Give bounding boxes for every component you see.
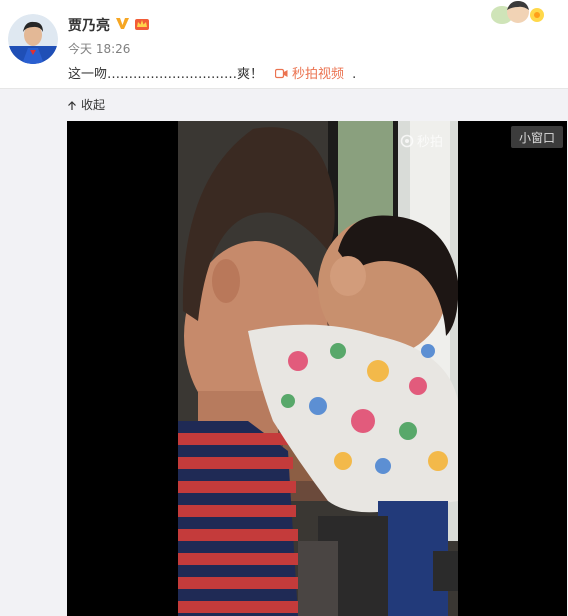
card-decoration-image xyxy=(490,0,545,26)
video-watermark: 秒拍 xyxy=(400,131,443,150)
video-camera-icon xyxy=(274,68,288,79)
watermark-label: 秒拍 xyxy=(417,135,444,150)
video-frame[interactable] xyxy=(178,121,458,616)
weibo-post-card: 贾乃亮 今天 18:26 这一吻…………………………爽！ 秒拍视频 . 收起 秒… xyxy=(0,0,568,616)
mini-window-button[interactable]: 小窗口 xyxy=(511,126,563,148)
collapse-button[interactable]: 收起 xyxy=(67,96,105,113)
author-avatar[interactable] xyxy=(8,14,58,64)
video-link[interactable]: 秒拍视频 . xyxy=(274,63,357,82)
video-player[interactable]: 秒拍 小窗口 xyxy=(67,121,567,616)
miaopai-logo-icon xyxy=(400,134,414,148)
expanded-media-section: 收起 秒拍 小窗口 xyxy=(0,88,568,616)
trailing-dot: . xyxy=(352,67,357,82)
member-crown-icon[interactable] xyxy=(134,16,150,31)
collapse-label: 收起 xyxy=(81,98,106,112)
post-time[interactable]: 今天 18:26 xyxy=(68,40,130,57)
author-name[interactable]: 贾乃亮 xyxy=(68,15,110,35)
post-text: 这一吻…………………………爽！ xyxy=(68,67,264,82)
video-link-label: 秒拍视频 xyxy=(292,67,345,82)
arrow-up-icon xyxy=(67,100,77,110)
verified-v-icon[interactable] xyxy=(115,16,130,31)
